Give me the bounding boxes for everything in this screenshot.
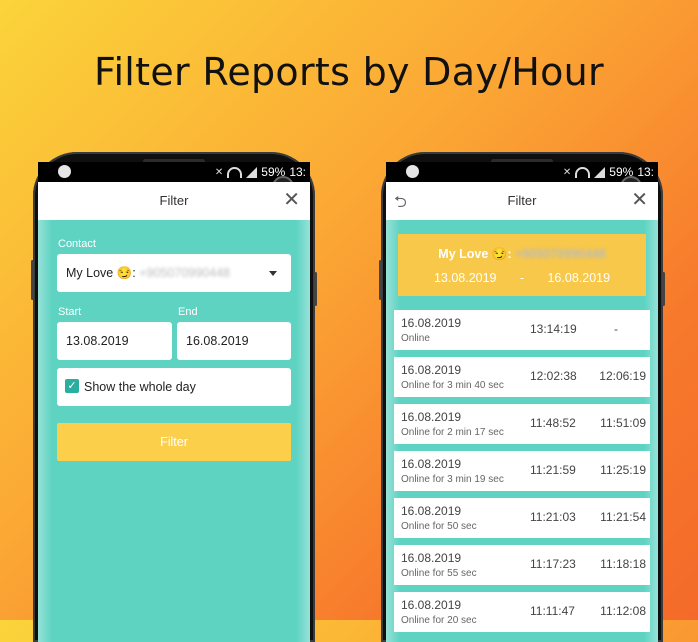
contact-label: Contact xyxy=(58,238,96,250)
row-start-time: 11:48:52 xyxy=(530,416,576,430)
row-start-time: 11:21:59 xyxy=(530,463,576,477)
volume-button xyxy=(31,260,34,300)
row-start-time: 11:17:23 xyxy=(530,557,576,571)
wifi-icon xyxy=(575,166,591,178)
status-bar: ✕ 59% 13: ◷ xyxy=(38,162,310,198)
row-status: Online for 2 min 17 sec xyxy=(401,427,504,438)
app-notification-icon xyxy=(406,165,419,178)
volume-button xyxy=(379,260,382,300)
edge-shade-left xyxy=(38,220,52,642)
row-status: Online for 20 sec xyxy=(401,615,477,626)
row-end-time: 12:06:19 xyxy=(599,369,646,383)
list-item[interactable]: 16.08.2019 Online for 50 sec 11:21:03 11… xyxy=(394,498,650,538)
row-date: 16.08.2019 xyxy=(401,504,462,518)
summary-number: +905070990448 xyxy=(514,247,606,261)
summary-separator: - xyxy=(519,271,525,285)
clock-text: 13: xyxy=(637,165,654,179)
show-whole-day-option[interactable]: ✓ Show the whole day xyxy=(57,368,291,406)
contact-number: +905070990448 xyxy=(139,266,230,280)
contact-select[interactable]: My Love 😏: +905070990448 xyxy=(57,254,291,292)
end-date-field[interactable]: 16.08.2019 xyxy=(177,322,291,360)
row-status: Online for 50 sec xyxy=(401,521,477,532)
row-date: 16.08.2019 xyxy=(401,457,462,471)
row-start-time: 13:14:19 xyxy=(530,322,577,336)
summary-start-date: 13.08.2019 xyxy=(433,271,497,285)
headline: Filter Reports by Day/Hour xyxy=(94,50,604,94)
signal-icon xyxy=(594,166,606,178)
filter-summary-card: My Love 😏: +905070990448 13.08.2019 - 16… xyxy=(398,234,646,296)
row-status: Online for 55 sec xyxy=(401,568,477,579)
show-whole-day-label: Show the whole day xyxy=(84,380,196,394)
results-panel: My Love 😏: +905070990448 13.08.2019 - 16… xyxy=(386,220,658,642)
start-date-field[interactable]: 13.08.2019 xyxy=(57,322,172,360)
row-date: 16.08.2019 xyxy=(401,316,462,330)
row-end-time: 11:12:08 xyxy=(600,604,646,618)
row-start-time: 12:02:38 xyxy=(530,369,577,383)
contact-name: My Love 😏: xyxy=(66,266,136,280)
list-item[interactable]: 16.08.2019 Online 13:14:19 - xyxy=(394,310,650,350)
row-start-time: 11:21:03 xyxy=(530,510,576,524)
row-date: 16.08.2019 xyxy=(401,551,462,565)
app-bar: ⮌ Filter ✕ xyxy=(386,182,658,221)
summary-end-date: 16.08.2019 xyxy=(547,271,611,285)
page-title: Filter xyxy=(507,193,537,208)
row-date: 16.08.2019 xyxy=(401,410,462,424)
power-button xyxy=(662,272,665,306)
row-end-time: 11:51:09 xyxy=(600,416,646,430)
close-icon[interactable]: ✕ xyxy=(631,190,648,210)
row-end-time: 11:21:54 xyxy=(600,510,646,524)
list-item[interactable]: 16.08.2019 Online for 3 min 40 sec 12:02… xyxy=(394,357,650,397)
end-label: End xyxy=(178,306,198,318)
row-end-time: 11:18:18 xyxy=(600,557,646,571)
mute-icon: ✕ xyxy=(562,166,572,178)
filter-form: Contact My Love 😏: +905070990448 Start E… xyxy=(38,220,310,642)
row-end-time: 11:25:19 xyxy=(600,463,646,477)
power-button xyxy=(314,272,317,306)
list-item[interactable]: 16.08.2019 Online for 20 sec 11:11:47 11… xyxy=(394,592,650,632)
wifi-icon xyxy=(227,166,243,178)
clock-text: 13: xyxy=(289,165,306,179)
close-icon[interactable]: ✕ xyxy=(283,190,300,210)
mute-icon: ✕ xyxy=(214,166,224,178)
status-bar: ✕ 59% 13: ◷ xyxy=(386,162,658,198)
right-screen: ✕ 59% 13: ◷ ⮌ Filter ✕ My Love 😏: +90507… xyxy=(386,162,658,642)
signal-icon xyxy=(246,166,258,178)
left-screen: ✕ 59% 13: ◷ Filter ✕ Contact My Love 😏: … xyxy=(38,162,310,642)
filter-button[interactable]: Filter xyxy=(57,423,291,461)
row-start-time: 11:11:47 xyxy=(530,604,575,618)
row-date: 16.08.2019 xyxy=(401,363,462,377)
row-status: Online xyxy=(401,333,430,344)
left-phone: ✕ 59% 13: ◷ Filter ✕ Contact My Love 😏: … xyxy=(31,152,317,642)
app-bar: Filter ✕ xyxy=(38,182,310,221)
right-phone: ✕ 59% 13: ◷ ⮌ Filter ✕ My Love 😏: +90507… xyxy=(379,152,665,642)
dropdown-caret-icon xyxy=(269,271,277,276)
list-item[interactable]: 16.08.2019 Online for 55 sec 11:17:23 11… xyxy=(394,545,650,585)
row-end-time: - xyxy=(614,322,618,336)
list-item[interactable]: 16.08.2019 Online for 3 min 19 sec 11:21… xyxy=(394,451,650,491)
app-notification-icon xyxy=(58,165,71,178)
row-date: 16.08.2019 xyxy=(401,598,462,612)
start-label: Start xyxy=(58,306,82,318)
list-item[interactable]: 16.08.2019 Online for 2 min 17 sec 11:48… xyxy=(394,404,650,444)
check-icon[interactable]: ✓ xyxy=(65,379,79,393)
edge-shade-right xyxy=(296,220,310,642)
page-title: Filter xyxy=(159,193,189,208)
summary-name: My Love 😏: xyxy=(438,247,512,261)
row-status: Online for 3 min 19 sec xyxy=(401,474,504,485)
row-status: Online for 3 min 40 sec xyxy=(401,380,504,391)
